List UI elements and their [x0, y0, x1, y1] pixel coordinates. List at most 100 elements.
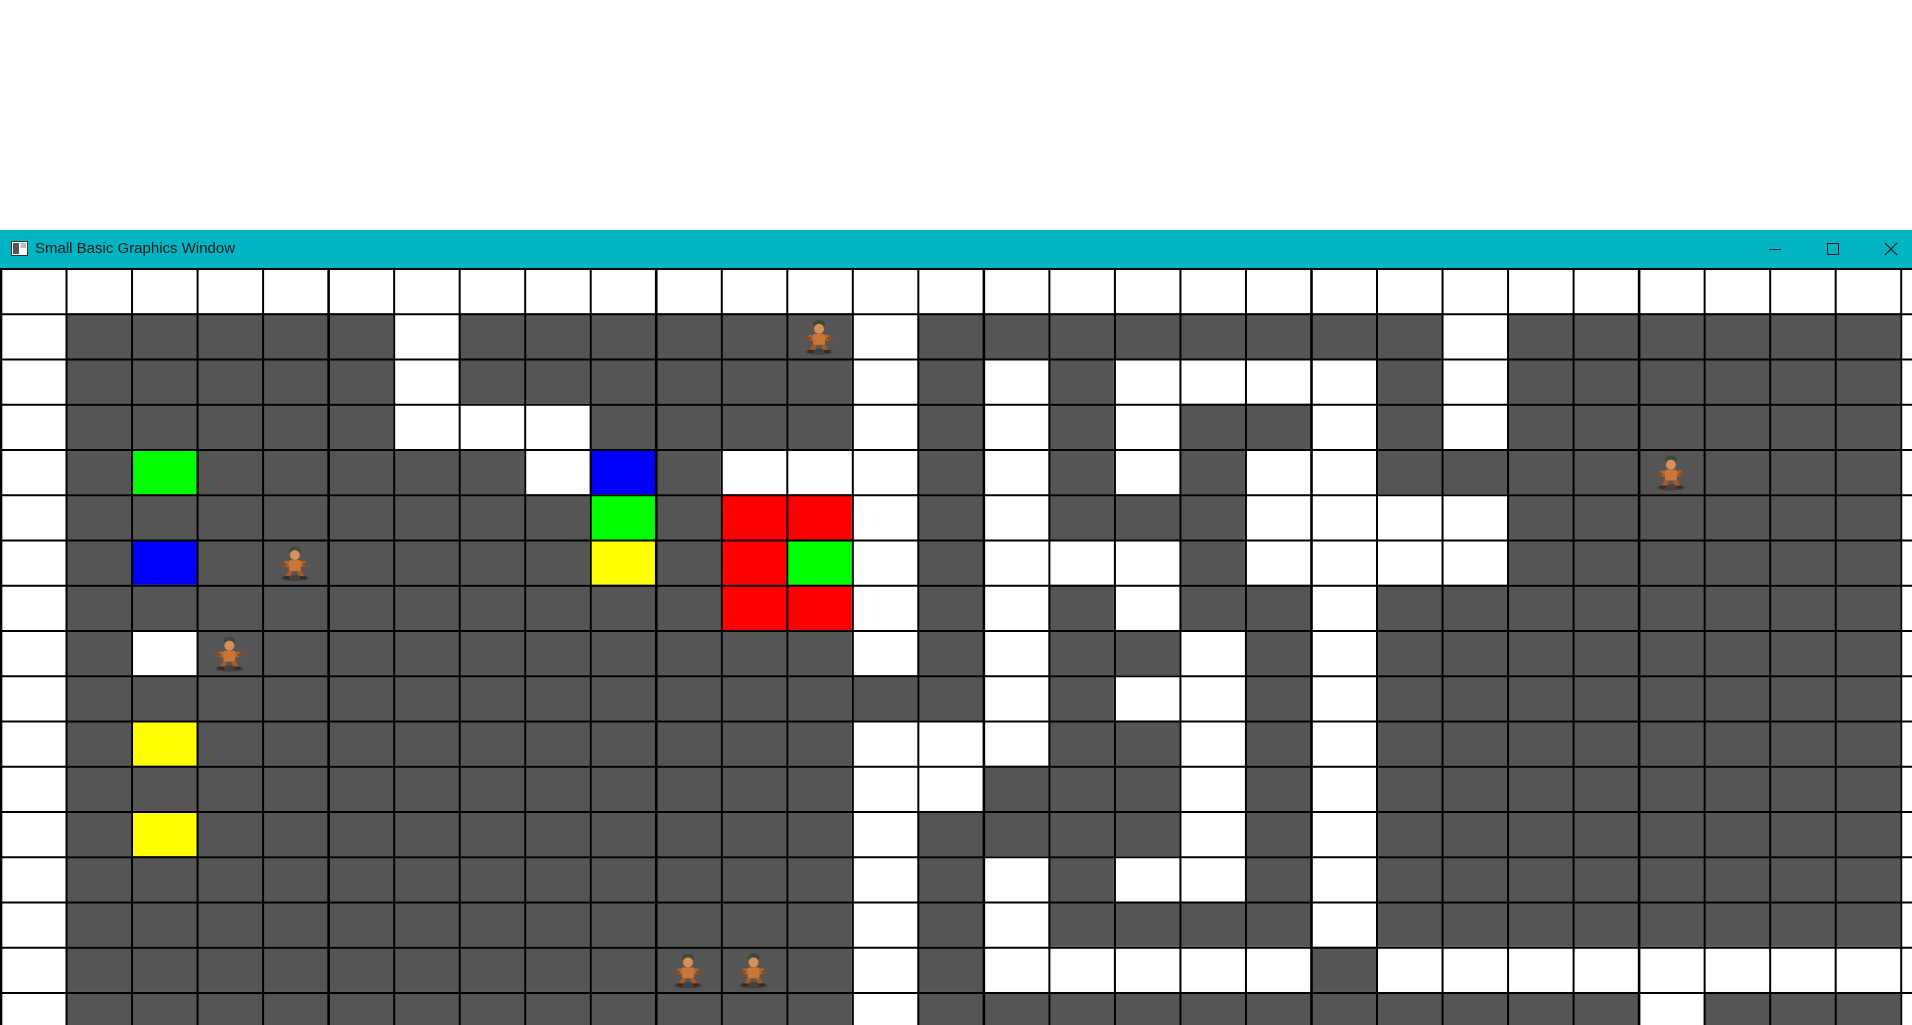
title-bar[interactable]: Small Basic Graphics Window	[0, 230, 1912, 268]
wall-cell[interactable]	[65, 901, 132, 947]
wall-cell[interactable]	[327, 539, 394, 585]
empty-cell[interactable]	[1244, 448, 1311, 495]
wall-cell[interactable]	[327, 313, 394, 359]
empty-cell[interactable]	[917, 268, 983, 314]
wall-cell[interactable]	[786, 720, 852, 766]
wall-cell[interactable]	[917, 856, 983, 902]
empty-cell[interactable]	[851, 313, 918, 359]
empty-cell[interactable]	[720, 268, 787, 314]
wall-cell[interactable]	[1507, 448, 1573, 495]
wall-cell[interactable]	[196, 403, 263, 449]
wall-cell[interactable]	[1638, 358, 1704, 404]
wall-cell[interactable]	[131, 856, 197, 902]
empty-cell[interactable]	[982, 448, 1049, 495]
wall-cell[interactable]	[1376, 403, 1442, 449]
wall-cell[interactable]	[1376, 991, 1442, 1025]
wall-cell[interactable]	[393, 901, 459, 947]
wall-cell[interactable]	[1179, 539, 1245, 585]
wall-cell[interactable]	[786, 856, 852, 902]
wall-cell[interactable]	[786, 901, 852, 947]
wall-cell[interactable]	[65, 856, 132, 902]
wall-cell[interactable]	[327, 810, 394, 857]
empty-cell[interactable]	[1310, 403, 1377, 449]
wall-cell[interactable]	[1507, 675, 1573, 721]
wall-cell[interactable]	[1703, 720, 1770, 766]
wall-cell[interactable]	[1703, 675, 1770, 721]
yellow-block[interactable]	[131, 810, 197, 857]
wall-cell[interactable]	[1638, 901, 1704, 947]
empty-cell[interactable]	[851, 991, 918, 1025]
empty-cell[interactable]	[1310, 268, 1377, 314]
wall-cell[interactable]	[1703, 403, 1770, 449]
wall-cell[interactable]	[262, 584, 328, 630]
wall-cell[interactable]	[262, 313, 328, 359]
wall-cell[interactable]	[1703, 991, 1770, 1025]
wall-cell[interactable]	[1441, 991, 1508, 1025]
empty-cell[interactable]	[851, 720, 918, 766]
wall-cell[interactable]	[524, 946, 590, 992]
empty-cell[interactable]	[0, 675, 66, 721]
wall-cell[interactable]	[1572, 584, 1639, 630]
wall-cell[interactable]	[589, 946, 656, 992]
empty-cell[interactable]	[589, 268, 656, 314]
wall-cell[interactable]	[1572, 810, 1639, 857]
wall-cell[interactable]	[1572, 720, 1639, 766]
wall-cell[interactable]	[1703, 539, 1770, 585]
wall-cell[interactable]	[196, 494, 263, 540]
wall-cell[interactable]	[262, 629, 328, 676]
wall-cell[interactable]	[1703, 358, 1770, 404]
empty-cell[interactable]	[982, 494, 1049, 540]
wall-cell[interactable]	[655, 358, 721, 404]
wall-cell[interactable]	[458, 448, 525, 495]
wall-cell[interactable]	[524, 901, 590, 947]
wall-cell[interactable]	[1703, 810, 1770, 857]
wall-cell[interactable]	[1572, 901, 1639, 947]
wall-cell[interactable]	[589, 675, 656, 721]
yellow-block[interactable]	[131, 720, 197, 766]
empty-cell[interactable]	[1310, 494, 1377, 540]
wall-cell[interactable]	[655, 810, 721, 857]
empty-cell[interactable]	[851, 494, 918, 540]
empty-cell[interactable]	[0, 901, 66, 947]
wall-cell[interactable]	[786, 403, 852, 449]
empty-cell[interactable]	[1310, 448, 1377, 495]
wall-cell[interactable]	[720, 901, 787, 947]
blue-block[interactable]	[131, 539, 197, 585]
wall-cell[interactable]	[1179, 494, 1245, 540]
wall-cell[interactable]	[458, 629, 525, 676]
empty-cell[interactable]	[982, 946, 1049, 992]
empty-cell[interactable]	[0, 765, 66, 811]
wall-cell[interactable]	[1376, 856, 1442, 902]
empty-cell[interactable]	[982, 539, 1049, 585]
wall-cell[interactable]	[458, 810, 525, 857]
wall-cell[interactable]	[1638, 675, 1704, 721]
wall-cell[interactable]	[982, 313, 1049, 359]
red-block[interactable]	[720, 539, 787, 585]
wall-cell[interactable]	[917, 358, 983, 404]
empty-cell[interactable]	[851, 358, 918, 404]
wall-cell[interactable]	[1048, 494, 1114, 540]
empty-cell[interactable]	[1179, 765, 1245, 811]
wall-cell[interactable]	[982, 810, 1049, 857]
wall-cell[interactable]	[917, 313, 983, 359]
empty-cell[interactable]	[851, 946, 918, 992]
wall-cell[interactable]	[327, 856, 394, 902]
wall-cell[interactable]	[393, 946, 459, 992]
wall-cell[interactable]	[1048, 584, 1114, 630]
wall-cell[interactable]	[917, 946, 983, 992]
wall-cell[interactable]	[1179, 403, 1245, 449]
wall-cell[interactable]	[458, 991, 525, 1025]
wall-cell[interactable]	[65, 494, 132, 540]
green-block[interactable]	[786, 539, 852, 585]
green-block[interactable]	[131, 448, 197, 495]
wall-cell[interactable]	[1441, 765, 1508, 811]
wall-cell[interactable]	[524, 810, 590, 857]
wall-cell[interactable]	[1769, 991, 1835, 1025]
wall-cell[interactable]	[1244, 856, 1311, 902]
wall-cell[interactable]	[458, 901, 525, 947]
empty-cell[interactable]	[1507, 946, 1573, 992]
empty-cell[interactable]	[851, 629, 918, 676]
wall-cell[interactable]	[458, 946, 525, 992]
wall-cell[interactable]	[1376, 810, 1442, 857]
wall-cell[interactable]	[327, 946, 394, 992]
